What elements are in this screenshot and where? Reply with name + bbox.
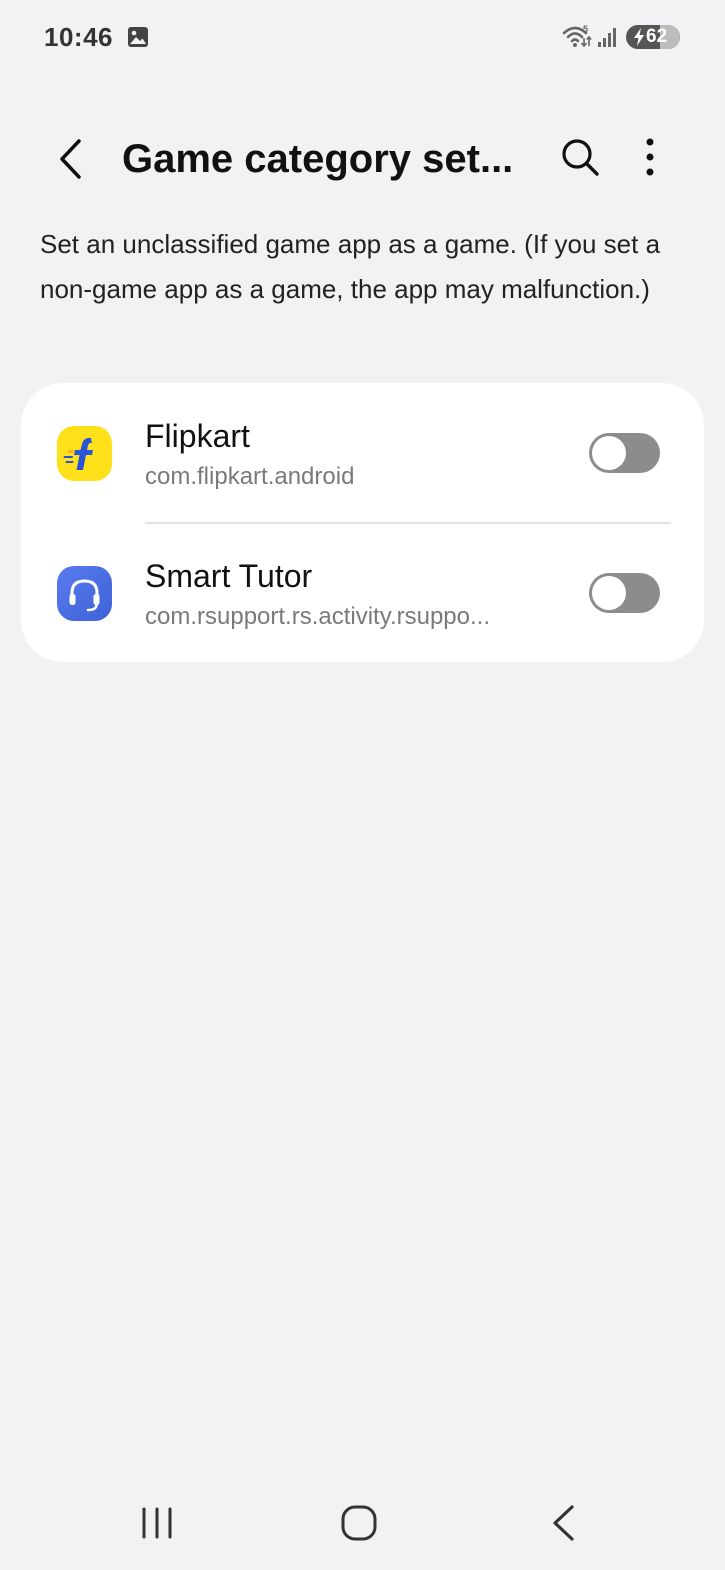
navigation-bar [0, 1480, 725, 1570]
status-bar: 10:46 5 62 [0, 0, 725, 72]
home-button[interactable] [336, 1500, 382, 1546]
battery-indicator: 62 [626, 25, 680, 49]
game-toggle-flipkart[interactable] [589, 433, 660, 473]
app-package: com.rsupport.rs.activity.rsuppo... [145, 603, 490, 630]
search-button[interactable] [555, 132, 605, 182]
app-name: Flipkart [145, 418, 250, 454]
more-options-icon [646, 138, 654, 176]
list-item-smart-tutor[interactable]: Smart Tutor com.rsupport.rs.activity.rsu… [21, 523, 704, 663]
list-item-flipkart[interactable]: Flipkart com.flipkart.android [21, 383, 704, 524]
battery-charging-icon [633, 28, 645, 46]
more-options-button[interactable] [628, 132, 672, 182]
back-arrow-icon [60, 139, 81, 179]
wifi-icon: 5 [562, 24, 592, 50]
recents-button[interactable] [136, 1502, 178, 1544]
toggle-knob [592, 576, 626, 610]
game-toggle-smart-tutor[interactable] [589, 573, 660, 613]
home-icon [341, 1505, 377, 1541]
search-icon [562, 139, 599, 176]
svg-text:5: 5 [583, 24, 588, 34]
page-title: Game category set... [122, 137, 514, 181]
battery-level: 62 [646, 26, 668, 47]
app-package: com.flipkart.android [145, 463, 355, 490]
signal-icon [597, 26, 619, 48]
back-button[interactable] [44, 132, 98, 186]
gallery-icon [127, 26, 149, 48]
flipkart-app-icon [57, 426, 112, 481]
app-list-card: Flipkart com.flipkart.android Smart Tuto… [21, 383, 704, 662]
status-time: 10:46 [44, 22, 113, 52]
app-bar: Game category set... [0, 118, 725, 200]
smart-tutor-app-icon [57, 566, 112, 621]
nav-back-button[interactable] [546, 1500, 580, 1546]
nav-back-icon [553, 1505, 574, 1541]
app-name: Smart Tutor [145, 558, 313, 594]
toggle-knob [592, 436, 626, 470]
description-text: Set an unclassified game app as a game. … [40, 229, 661, 304]
recents-icon [142, 1507, 172, 1539]
